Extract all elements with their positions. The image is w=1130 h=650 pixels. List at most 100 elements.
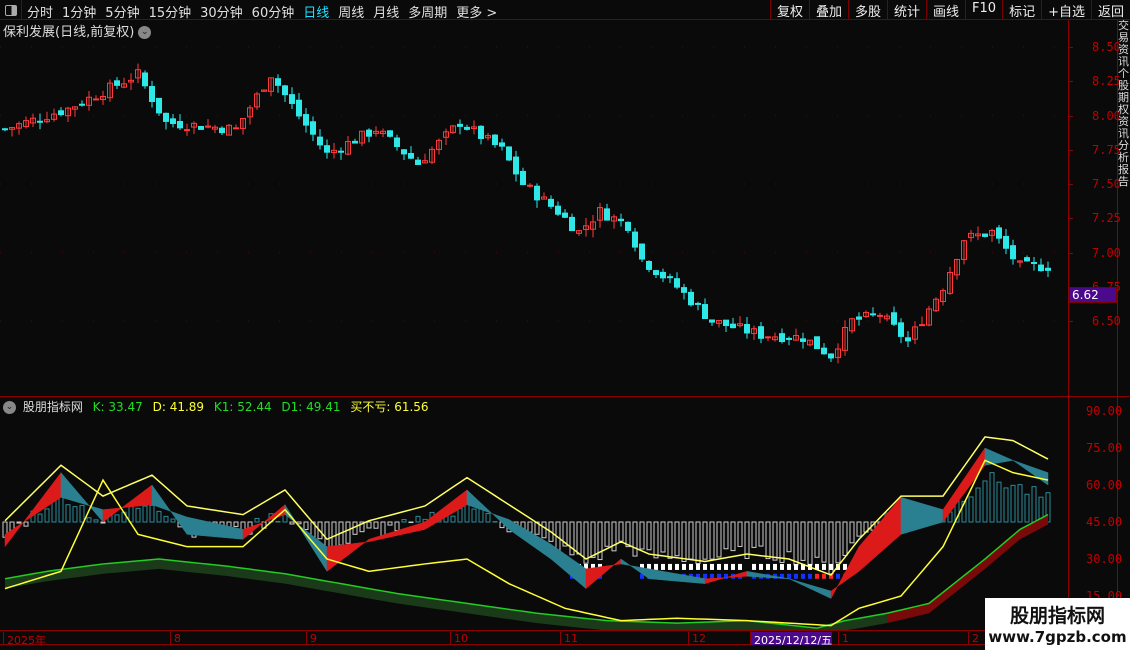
candle-down xyxy=(548,198,554,207)
k1-ribbon xyxy=(439,599,446,611)
axis-tick xyxy=(1068,47,1073,48)
k1-ribbon xyxy=(257,570,264,581)
candle-down xyxy=(219,127,225,134)
chevron-down-icon[interactable]: ⌄ xyxy=(3,401,16,414)
indicator-bar xyxy=(639,521,645,550)
kd-ribbon xyxy=(515,523,524,540)
candle-down xyxy=(170,118,176,125)
axis-tick xyxy=(1068,149,1073,151)
kd-ribbon xyxy=(921,503,930,529)
kd-ribbon xyxy=(193,518,202,536)
indicator-bar xyxy=(702,521,708,560)
candle-down xyxy=(667,276,673,279)
signal-block xyxy=(787,563,791,570)
panel-separator[interactable] xyxy=(0,396,1130,397)
indicator-bar xyxy=(457,507,463,523)
candle-down xyxy=(520,170,526,186)
indicator-axis-label: 45.00 xyxy=(1086,515,1123,529)
k1-ribbon xyxy=(516,610,523,622)
indicator-name[interactable]: 股朋指标网 xyxy=(23,400,83,414)
k1-ribbon xyxy=(495,607,502,619)
k1-ribbon xyxy=(600,619,607,630)
kd-ribbon xyxy=(487,509,496,517)
kd-ribbon xyxy=(151,484,160,508)
signal-block xyxy=(661,563,665,570)
indicator-bar xyxy=(1024,493,1030,523)
kd-ribbon xyxy=(991,450,1000,465)
candle-down xyxy=(779,333,785,343)
kd-ribbon xyxy=(809,584,818,593)
k1-ribbon xyxy=(712,621,719,630)
indicator-bar xyxy=(471,508,477,523)
kd-ribbon xyxy=(844,559,853,582)
k1-ribbon xyxy=(670,622,677,630)
k1-ribbon xyxy=(187,561,194,573)
indicator-bar xyxy=(653,521,659,559)
k1-ribbon xyxy=(509,609,516,621)
indicator-bar xyxy=(667,521,673,559)
indicator-bar xyxy=(744,521,750,560)
candle-up xyxy=(877,314,883,317)
candle-down xyxy=(163,112,169,122)
candle-down xyxy=(79,103,85,106)
kd-ribbon xyxy=(634,566,643,575)
kd-ribbon xyxy=(858,537,867,572)
signal-block xyxy=(696,563,700,570)
k1-ribbon xyxy=(656,622,663,630)
kd-ribbon xyxy=(445,500,454,518)
candle-down xyxy=(310,121,316,135)
candle-down xyxy=(177,121,183,129)
indicator-bar xyxy=(849,521,855,544)
kd-ribbon xyxy=(739,570,748,577)
kd-ribbon xyxy=(452,494,461,514)
kd-ribbon xyxy=(102,508,111,523)
candle-down xyxy=(352,140,358,144)
kd-ribbon xyxy=(249,524,258,535)
kd-ribbon xyxy=(550,543,559,566)
date-label: 2025/12/12/五 xyxy=(750,632,833,647)
date-label: 1 xyxy=(838,632,849,645)
kd-ribbon xyxy=(795,580,804,586)
kd-ribbon xyxy=(900,496,909,535)
indicator-bar xyxy=(541,521,547,539)
price-and-indicator-chart[interactable] xyxy=(0,0,1068,630)
k1-ribbon xyxy=(82,565,89,577)
candle-down xyxy=(289,94,295,104)
indicator-bar xyxy=(786,521,792,553)
signal-block xyxy=(675,563,679,570)
indicator-bar xyxy=(373,521,379,529)
candle-down xyxy=(464,126,470,130)
indicator-bar xyxy=(772,521,778,561)
kd-ribbon xyxy=(1012,460,1021,466)
kd-ribbon xyxy=(942,498,951,523)
candle-down xyxy=(499,142,505,147)
signal-block xyxy=(682,563,686,570)
candle-down xyxy=(366,129,372,137)
k1-ribbon xyxy=(614,620,621,630)
indicator-bar xyxy=(65,504,71,523)
kd-ribbon xyxy=(599,565,608,578)
kd-ribbon xyxy=(543,539,552,560)
signal-block xyxy=(815,573,819,579)
k1-ribbon xyxy=(726,621,733,630)
k1-ribbon xyxy=(649,622,656,630)
candle-down xyxy=(982,233,988,237)
k1-ribbon xyxy=(166,559,173,571)
kd-ribbon xyxy=(585,567,594,590)
candle-down xyxy=(198,126,204,130)
price-axis-label: 7.75 xyxy=(1092,142,1121,157)
kd-ribbon xyxy=(711,577,720,582)
indicator-bar xyxy=(170,518,176,523)
indicator-bar xyxy=(44,508,50,523)
candle-down xyxy=(296,99,302,117)
side-panel-text[interactable]: 交易资讯个股期权资讯分析报告 xyxy=(1118,20,1130,400)
indicator-bar xyxy=(23,521,29,527)
candle-down xyxy=(149,86,155,102)
indicator-bar xyxy=(646,521,652,551)
signal-block xyxy=(710,563,714,570)
kd-ribbon xyxy=(473,495,482,511)
kd-ribbon xyxy=(340,543,349,562)
tool-button[interactable]: 返回 xyxy=(1090,0,1130,20)
indicator-bar xyxy=(737,521,743,547)
kd-ribbon xyxy=(214,522,223,538)
